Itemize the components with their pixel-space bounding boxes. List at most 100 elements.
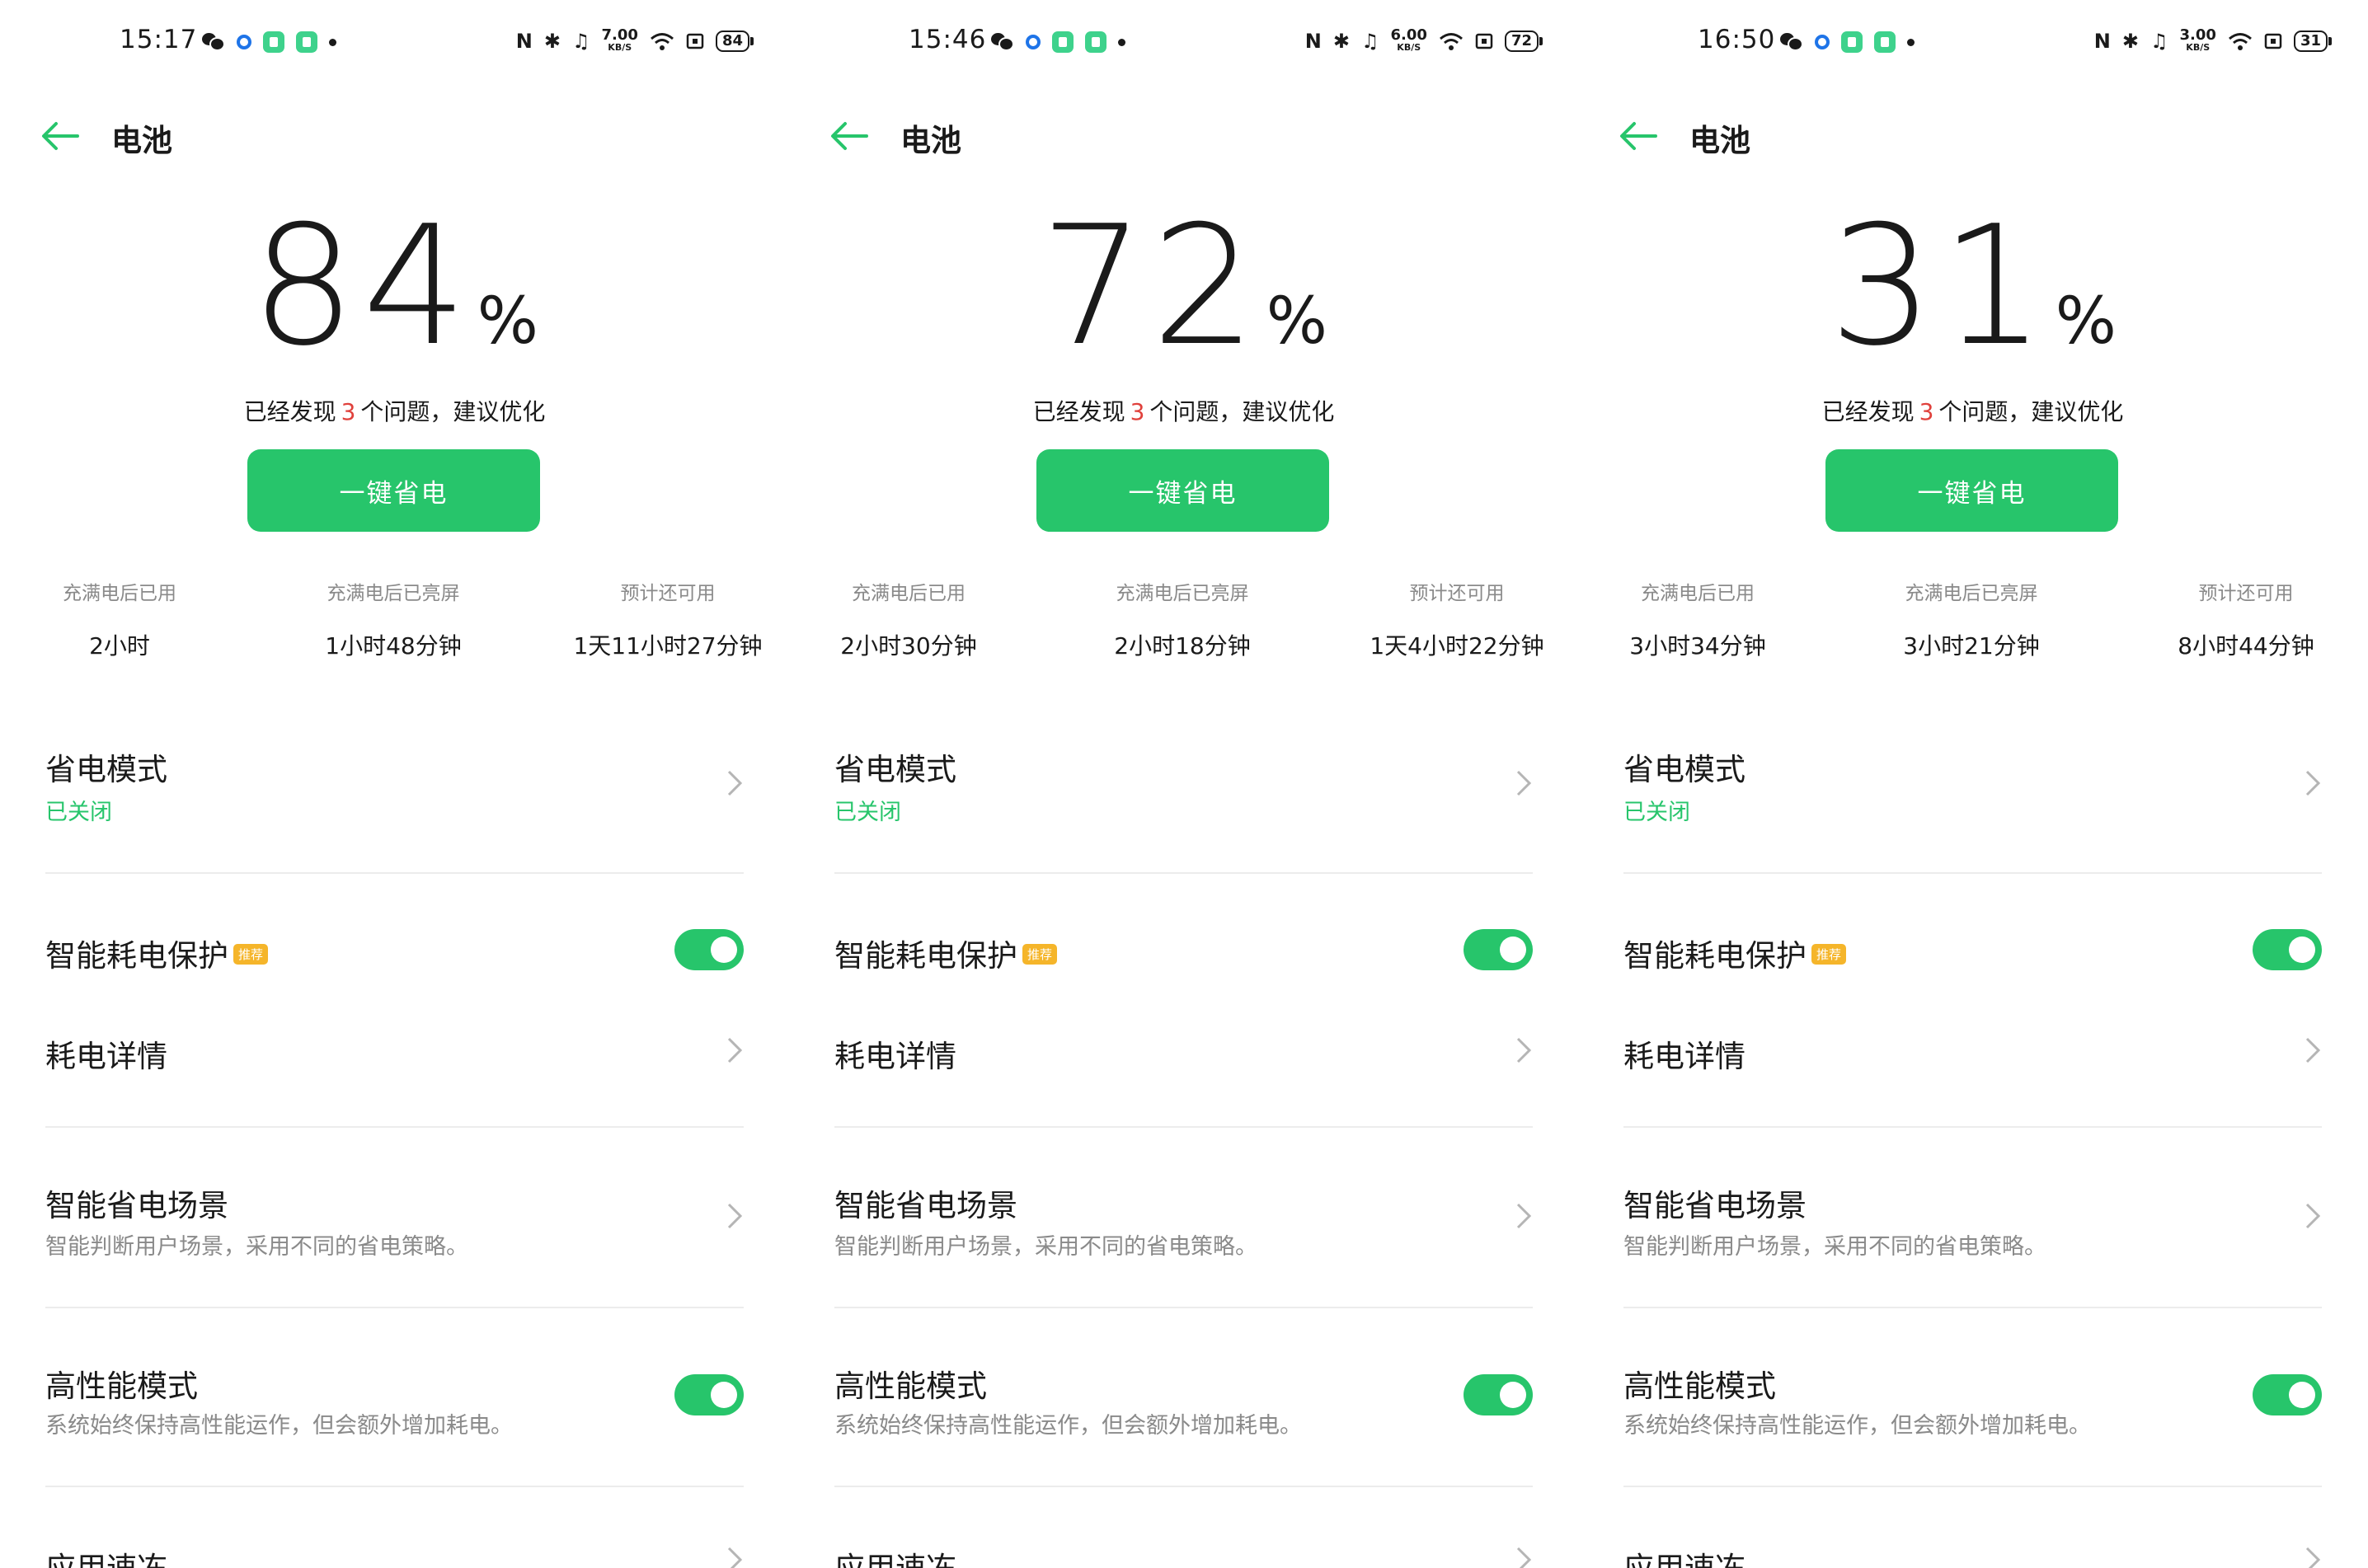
issues-count: 3	[341, 398, 356, 425]
chevron-right-icon[interactable]	[1515, 1035, 1533, 1065]
divider	[45, 872, 744, 874]
chevron-right-icon[interactable]	[1515, 1545, 1533, 1568]
wechat-icon	[202, 33, 225, 51]
stat-used-since-full: 充满电后已用 2小时30分钟	[789, 577, 1041, 661]
recommended-badge: 推荐	[1022, 944, 1058, 965]
stat-value: 1天4小时22分钟	[1370, 632, 1544, 660]
battery-screen: 15:46 N ✱ ♫ 6.00 KB/S 72 电池 72% 已经发现 3 个…	[789, 0, 1578, 1568]
smart-protection-toggle[interactable]	[1464, 929, 1533, 970]
back-arrow-icon[interactable]	[1618, 120, 1659, 153]
power-saving-mode-status: 已关闭	[45, 800, 112, 825]
chevron-right-icon[interactable]	[2304, 1545, 2322, 1568]
stat-label: 预计还可用	[1409, 583, 1505, 604]
divider	[834, 1486, 1533, 1487]
security-app-icon	[1841, 31, 1863, 53]
app-freeze-title[interactable]: 应用速冻	[45, 1543, 167, 1568]
divider	[1623, 1486, 2322, 1487]
more-notifications-icon	[1907, 38, 1915, 46]
chevron-right-icon[interactable]	[1515, 1201, 1533, 1231]
divider	[45, 1126, 744, 1128]
issues-prefix: 已经发现	[243, 398, 336, 425]
issues-summary[interactable]: 已经发现 3 个问题，建议优化	[1578, 394, 2367, 427]
high-performance-toggle[interactable]	[2253, 1374, 2322, 1415]
notification-icons	[991, 31, 1125, 53]
high-performance-title: 高性能模式	[1623, 1368, 1776, 1404]
stat-label: 充满电后已亮屏	[1905, 583, 2038, 604]
chevron-right-icon[interactable]	[726, 1035, 744, 1065]
usage-details-title[interactable]: 耗电详情	[1623, 1031, 1745, 1076]
battery-percent: 31	[1829, 190, 2052, 383]
screen-cast-icon	[686, 33, 704, 49]
smart-scenes-subtitle: 智能判断用户场景，采用不同的省电策略。	[45, 1234, 468, 1260]
issues-summary[interactable]: 已经发现 3 个问题，建议优化	[789, 394, 1578, 427]
wifi-icon	[650, 33, 674, 50]
smart-scenes-title[interactable]: 智能省电场景	[45, 1181, 228, 1225]
power-saving-mode-title[interactable]: 省电模式	[45, 744, 167, 789]
divider	[45, 1486, 744, 1487]
one-tap-save-button[interactable]: 一键省电	[1036, 449, 1329, 532]
stat-screen-on-since-full: 充满电后已亮屏 2小时18分钟	[1050, 577, 1314, 661]
high-performance-title: 高性能模式	[834, 1368, 987, 1404]
high-performance-title: 高性能模式	[45, 1368, 198, 1404]
back-arrow-icon[interactable]	[829, 120, 870, 153]
one-tap-save-button[interactable]: 一键省电	[247, 449, 540, 532]
high-performance-subtitle: 系统始终保持高性能运作，但会额外增加耗电。	[45, 1413, 513, 1439]
app-freeze-title[interactable]: 应用速冻	[1623, 1543, 1745, 1568]
high-performance-subtitle: 系统始终保持高性能运作，但会额外增加耗电。	[1623, 1413, 2091, 1439]
stat-value: 2小时30分钟	[840, 632, 977, 660]
app-freeze-title[interactable]: 应用速冻	[834, 1543, 956, 1568]
issues-suffix: 个问题，建议优化	[1938, 398, 2124, 425]
stat-estimated-remaining: 预计还可用 1天11小时27分钟	[536, 577, 789, 661]
chevron-right-icon[interactable]	[2304, 1201, 2322, 1231]
stat-value: 2小时	[89, 632, 150, 660]
power-saving-mode-status: 已关闭	[834, 800, 901, 825]
usage-details-title[interactable]: 耗电详情	[834, 1031, 956, 1076]
issues-summary[interactable]: 已经发现 3 个问题，建议优化	[0, 394, 789, 427]
app-shortcut-icon	[1085, 31, 1106, 53]
percent-unit: %	[1266, 284, 1327, 359]
power-saving-mode-title[interactable]: 省电模式	[1623, 744, 1745, 789]
usage-details-title[interactable]: 耗电详情	[45, 1031, 167, 1076]
stat-value: 3小时21分钟	[1903, 632, 2040, 660]
page-title: 电池	[900, 123, 961, 158]
chevron-right-icon[interactable]	[726, 1201, 744, 1231]
more-notifications-icon	[329, 38, 336, 46]
app-shortcut-icon	[296, 31, 317, 53]
chevron-right-icon[interactable]	[726, 1545, 744, 1568]
chevron-right-icon[interactable]	[726, 768, 744, 798]
chevron-right-icon[interactable]	[2304, 768, 2322, 798]
smart-protection-toggle[interactable]	[674, 929, 744, 970]
divider	[834, 1307, 1533, 1308]
stat-value: 8小时44分钟	[2178, 632, 2314, 660]
mute-icon: ♫	[2150, 30, 2168, 53]
stat-screen-on-since-full: 充满电后已亮屏 3小时21分钟	[1839, 577, 2103, 661]
page-title: 电池	[1689, 123, 1750, 158]
power-saving-mode-title[interactable]: 省电模式	[834, 744, 956, 789]
smart-scenes-subtitle: 智能判断用户场景，采用不同的省电策略。	[834, 1234, 1257, 1260]
battery-screen: 16:50 N ✱ ♫ 3.00 KB/S 31 电池 31% 已经发现 3 个…	[1578, 0, 2367, 1568]
power-saving-mode-status: 已关闭	[1623, 800, 1690, 825]
stat-label: 预计还可用	[620, 583, 716, 604]
nfc-icon: N	[2093, 30, 2111, 53]
smart-scenes-title[interactable]: 智能省电场景	[1623, 1181, 1807, 1225]
divider	[834, 872, 1533, 874]
smart-scenes-title[interactable]: 智能省电场景	[834, 1181, 1017, 1225]
network-speed: 7.00 KB/S	[601, 26, 638, 54]
app-ring-icon	[1026, 35, 1041, 49]
high-performance-toggle[interactable]	[674, 1374, 744, 1415]
wifi-icon	[2228, 33, 2252, 50]
divider	[1623, 1126, 2322, 1128]
screen-cast-icon	[2264, 33, 2282, 49]
notification-icons	[202, 31, 336, 53]
bluetooth-icon: ✱	[2121, 30, 2139, 53]
back-arrow-icon[interactable]	[40, 120, 81, 153]
one-tap-save-button[interactable]: 一键省电	[1825, 449, 2118, 532]
high-performance-toggle[interactable]	[1464, 1374, 1533, 1415]
battery-icon: 84	[715, 31, 754, 52]
chevron-right-icon[interactable]	[2304, 1035, 2322, 1065]
battery-level: 31%	[1578, 204, 2367, 369]
chevron-right-icon[interactable]	[1515, 768, 1533, 798]
smart-protection-toggle[interactable]	[2253, 929, 2322, 970]
network-speed: 6.00 KB/S	[1390, 26, 1427, 54]
stat-label: 充满电后已亮屏	[327, 583, 460, 604]
